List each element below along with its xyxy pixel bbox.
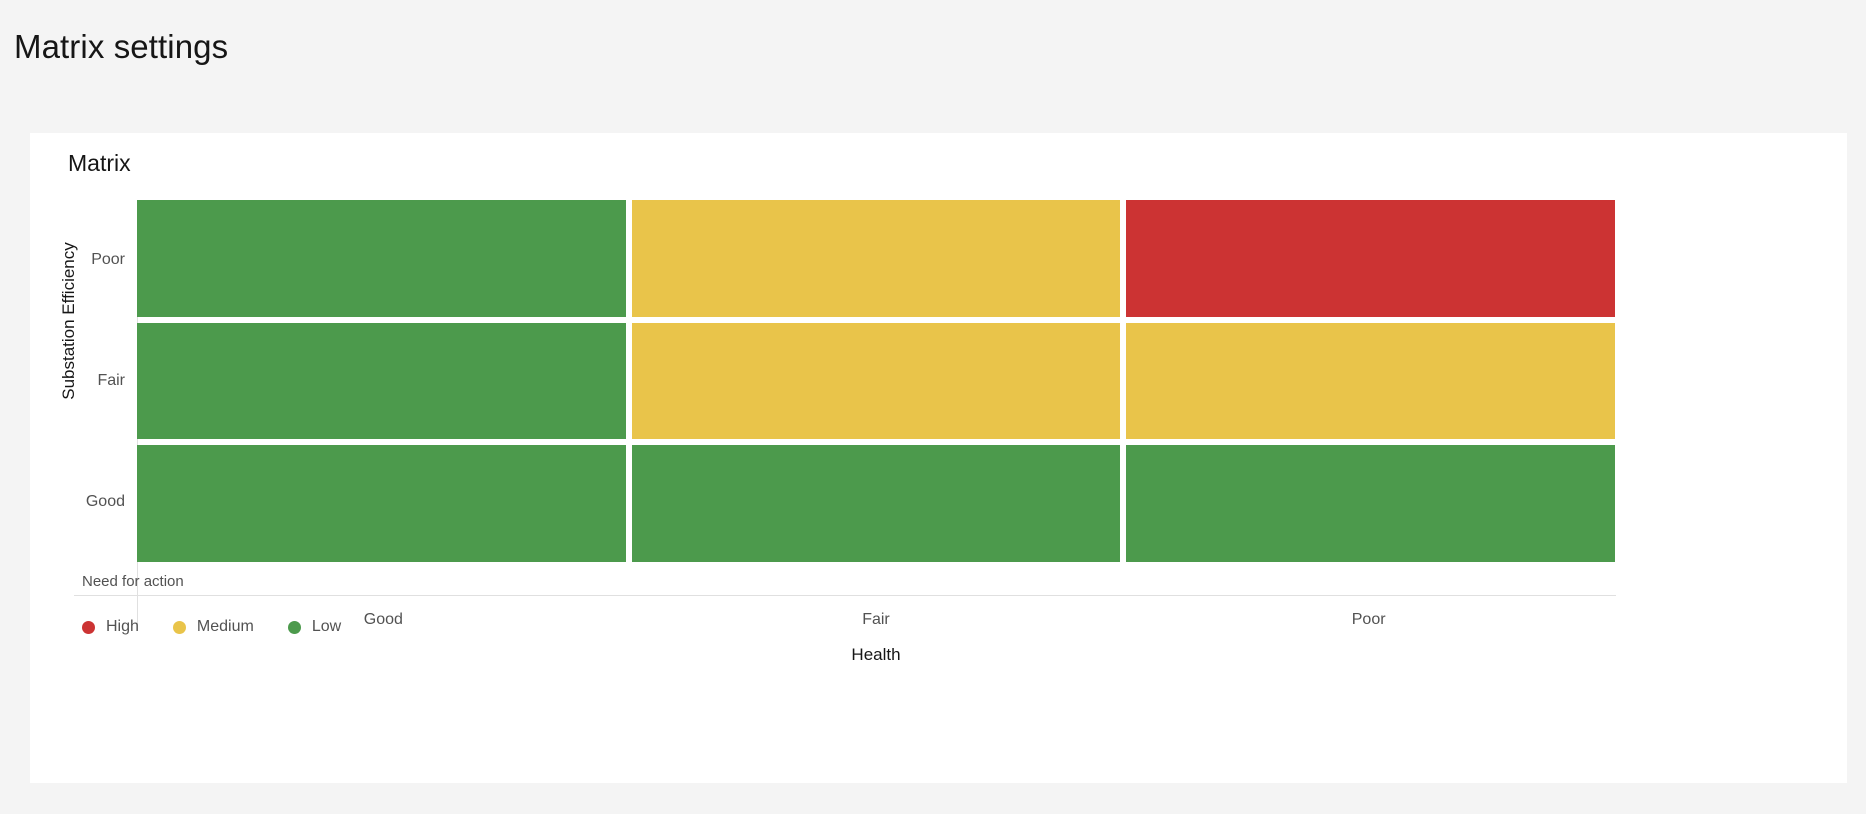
legend-dot-icon <box>172 620 186 634</box>
legend-item-label: Medium <box>196 618 254 635</box>
x-axis-ticks: Good Fair Poor <box>137 611 1615 629</box>
matrix-cell[interactable] <box>137 200 626 317</box>
y-axis-tick-label: Good <box>85 492 125 510</box>
matrix-cell[interactable] <box>631 200 1121 317</box>
legend-dot-icon <box>82 620 95 634</box>
matrix-cell[interactable] <box>137 322 626 440</box>
matrix-plot-area <box>137 200 1615 562</box>
legend-item-label: High <box>106 618 139 635</box>
legend-dot-icon <box>287 620 301 634</box>
legend: High Medium Low <box>82 618 341 636</box>
legend-title: Need for action <box>82 573 184 590</box>
legend-item[interactable]: Medium <box>172 618 254 636</box>
y-axis-tick-label: Fair <box>97 372 125 389</box>
x-axis-title: Health <box>851 645 901 664</box>
x-axis-line <box>74 595 1616 596</box>
matrix-chart: Substation Efficiency Poor Fair Good Good F… <box>30 133 1847 783</box>
legend-item[interactable]: High <box>82 618 139 636</box>
matrix-cell[interactable] <box>1126 322 1615 440</box>
matrix-card: Matrix Substation Efficiency Poor Fair Goo… <box>30 133 1847 783</box>
matrix-cell[interactable] <box>1126 445 1615 562</box>
matrix-cell[interactable] <box>1126 200 1615 317</box>
y-axis-ticks: Poor Fair Good <box>30 200 125 562</box>
matrix-cell[interactable] <box>137 445 626 562</box>
page-root: Matrix settings Matrix Substation Effici… <box>0 0 1866 814</box>
legend-item[interactable]: Low <box>287 618 342 636</box>
matrix-cell[interactable] <box>631 322 1121 440</box>
x-axis-tick-label: Poor <box>1351 611 1386 628</box>
page-title: Matrix settings <box>14 28 229 66</box>
y-axis-tick-label: Poor <box>91 251 125 269</box>
legend-item-label: Low <box>311 618 342 635</box>
x-axis-tick-label: Fair <box>862 611 890 628</box>
matrix-cell[interactable] <box>631 445 1121 562</box>
